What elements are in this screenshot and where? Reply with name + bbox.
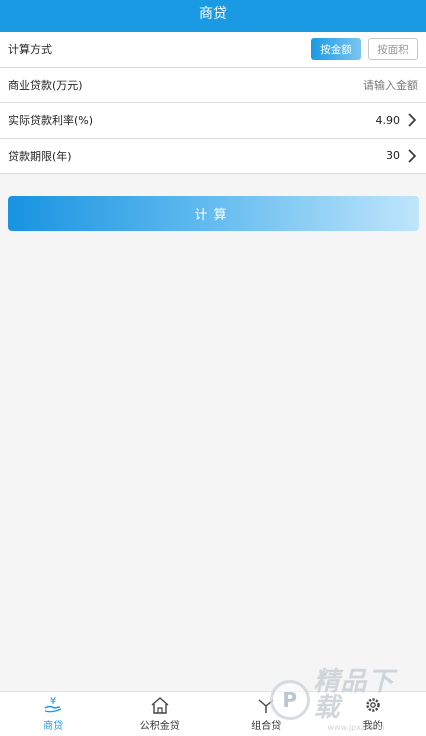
tab-provident-fund-loan[interactable]: 公积金贷: [107, 692, 214, 736]
page-title: 商贷: [199, 6, 227, 22]
title-bar: 商贷: [0, 0, 426, 32]
tab-commercial-loan[interactable]: ¥ 商贷: [0, 692, 107, 736]
watermark: P 精品下载 www.jpxz.com: [270, 669, 420, 732]
watermark-text: 精品下载: [313, 666, 395, 723]
loan-amount-input[interactable]: 请输入金额: [363, 77, 418, 93]
chevron-right-icon[interactable]: [406, 149, 418, 163]
loan-amount-label: 商业贷款(万元): [8, 78, 83, 92]
svg-text:¥: ¥: [50, 696, 56, 707]
interest-rate-label: 实际贷款利率(%): [8, 114, 94, 128]
chevron-right-icon[interactable]: [406, 113, 418, 127]
yen-hand-icon: ¥: [42, 695, 64, 715]
watermark-url: www.jpxz.com: [327, 722, 385, 732]
house-icon: [149, 695, 171, 715]
tab-label: 公积金贷: [139, 721, 180, 732]
calc-method-row: 计算方式 按金额 按面积: [0, 32, 426, 68]
loan-term-row[interactable]: 贷款期限(年) 30: [0, 139, 426, 174]
calc-method-label: 计算方式: [8, 43, 52, 57]
tab-label: 商贷: [43, 721, 64, 732]
loan-amount-row[interactable]: 商业贷款(万元) 请输入金额: [0, 68, 426, 103]
loan-term-value: 30: [386, 149, 400, 163]
watermark-logo-icon: P: [270, 680, 310, 720]
by-amount-button[interactable]: 按金额: [311, 38, 361, 61]
interest-rate-value: 4.90: [375, 113, 401, 127]
calculate-button[interactable]: 计算: [8, 196, 419, 231]
loan-term-label: 贷款期限(年): [8, 149, 72, 163]
interest-rate-row[interactable]: 实际贷款利率(%) 4.90: [0, 103, 426, 139]
by-area-button[interactable]: 按面积: [368, 38, 418, 61]
form-panel: 计算方式 按金额 按面积 商业贷款(万元) 请输入金额 实际贷款利率(%) 4.…: [0, 32, 426, 174]
